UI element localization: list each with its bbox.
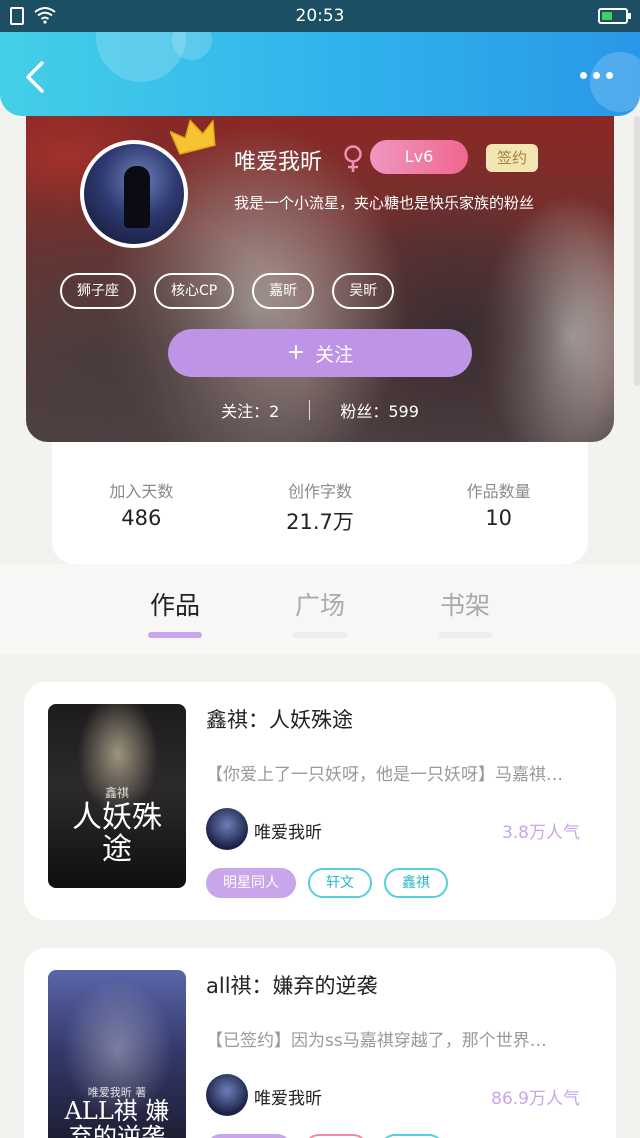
genre-tag[interactable]: [304, 1134, 368, 1138]
work-title[interactable]: 鑫祺：人妖殊途: [206, 704, 353, 734]
crown-icon: [170, 118, 216, 155]
author-avatar[interactable]: [206, 1074, 248, 1116]
genre-tag[interactable]: 鑫祺: [384, 868, 448, 898]
stat-join-days: 加入天数 486: [109, 482, 174, 530]
work-title[interactable]: all祺：嫌弃的逆袭: [206, 970, 378, 1000]
follow-label: 关注: [315, 343, 354, 366]
tag-list: 狮子座 核心CP 嘉昕 吴昕: [60, 273, 395, 309]
follow-stats: 关注：2 粉丝：599: [26, 398, 614, 422]
author-avatar[interactable]: [206, 808, 248, 850]
author-name[interactable]: 唯爱我昕: [254, 1084, 322, 1109]
tag-item[interactable]: 嘉昕: [252, 273, 315, 309]
tab-indicator: [148, 632, 202, 638]
popularity-count: 3.8万人气: [501, 823, 580, 843]
scrollbar[interactable]: [634, 116, 640, 386]
tab-square[interactable]: 广场: [280, 586, 360, 638]
author-name[interactable]: 唯爱我昕: [254, 818, 322, 843]
divider: [309, 400, 311, 420]
profile-card: 唯爱我昕 Lv6 签约 我是一个小流星，夹心糖也是快乐家族的粉丝 狮子座 核心C…: [26, 116, 614, 442]
tab-works[interactable]: 作品: [135, 586, 215, 638]
tag-item[interactable]: 核心CP: [154, 273, 235, 309]
plus-icon: +: [286, 340, 306, 365]
work-card[interactable]: 唯爱我昕 著 ALL祺 嫌弃的逆袭 all祺：嫌弃的逆袭 【已签约】因为ss马嘉…: [24, 948, 616, 1138]
female-icon: [344, 145, 362, 172]
header-bar: [0, 32, 640, 116]
book-cover[interactable]: 鑫祺 人妖殊途: [48, 704, 186, 888]
tag-item[interactable]: 吴昕: [332, 273, 395, 309]
book-cover[interactable]: 唯爱我昕 著 ALL祺 嫌弃的逆袭: [48, 970, 186, 1138]
user-bio: 我是一个小流星，夹心糖也是快乐家族的粉丝: [234, 194, 535, 212]
work-summary: 【你爱上了一只妖呀，他是一只妖呀】马嘉祺…: [206, 765, 563, 785]
signed-badge: 签约: [486, 144, 538, 172]
tag-item[interactable]: 狮子座: [60, 273, 136, 309]
stats-card: 加入天数 486 创作字数 21.7万 作品数量 10: [52, 442, 588, 564]
genre-tag[interactable]: [206, 1134, 292, 1138]
stat-work-count: 作品数量 10: [466, 482, 531, 530]
genre-tags: [206, 1134, 444, 1138]
tab-bar: 作品 广场 书架: [0, 564, 640, 654]
back-button[interactable]: [22, 60, 48, 94]
clock: 20:53: [295, 6, 345, 26]
level-badge: Lv6: [370, 140, 468, 174]
work-card[interactable]: 鑫祺 人妖殊途 鑫祺：人妖殊途 【你爱上了一只妖呀，他是一只妖呀】马嘉祺… 唯爱…: [24, 682, 616, 920]
user-name: 唯爱我昕: [234, 150, 323, 175]
avatar[interactable]: [80, 140, 188, 248]
genre-tag[interactable]: [380, 1134, 444, 1138]
battery-icon: [598, 8, 631, 24]
genre-tag[interactable]: 轩文: [308, 868, 372, 898]
tab-bookshelf[interactable]: 书架: [425, 586, 505, 638]
work-summary: 【已签约】因为ss马嘉祺穿越了，那个世界…: [206, 1031, 547, 1051]
genre-tag[interactable]: 明星同人: [206, 868, 296, 898]
following-stat[interactable]: 关注：2: [221, 398, 279, 422]
popularity-count: 86.9万人气: [491, 1089, 580, 1109]
follow-button[interactable]: + 关注: [168, 329, 472, 377]
more-options-button[interactable]: [580, 72, 620, 84]
status-bar: 20:53: [0, 0, 640, 32]
fans-stat[interactable]: 粉丝：599: [340, 398, 419, 422]
genre-tags: 明星同人 轩文 鑫祺: [206, 868, 448, 898]
stat-word-count: 创作字数 21.7万: [286, 482, 354, 534]
